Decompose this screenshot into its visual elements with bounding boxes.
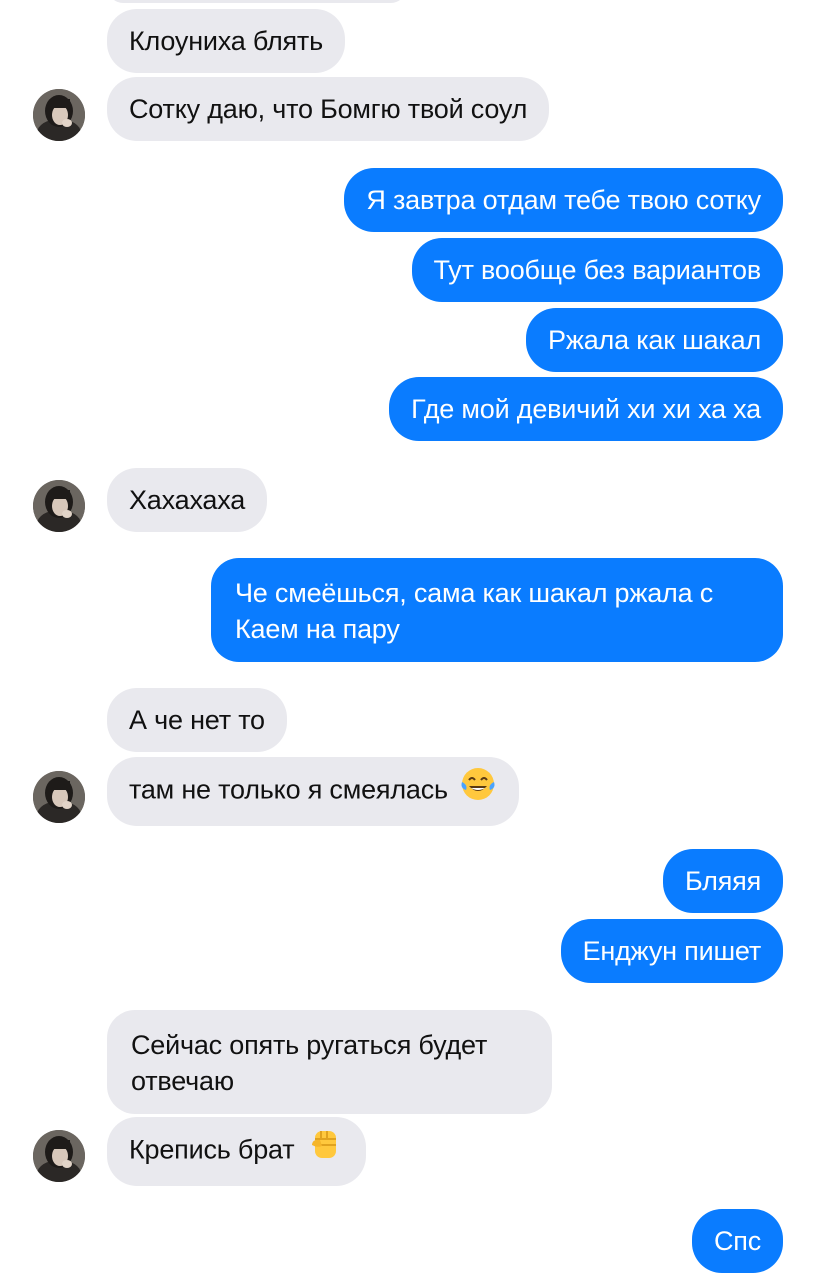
- message-outgoing[interactable]: Я завтра отдам тебе твою сотку: [344, 168, 783, 232]
- message-text: Бляяя: [684, 866, 761, 896]
- avatar-image: [33, 771, 85, 823]
- message-text: Ржала как шакал: [548, 325, 761, 355]
- raised-fist-emoji: [306, 1125, 344, 1172]
- message-text: Спс: [713, 1226, 761, 1256]
- message-text: там не только я смеялась: [129, 774, 448, 805]
- message-outgoing[interactable]: Тут вообще без вариантов: [411, 238, 783, 302]
- avatar-image: [33, 89, 85, 141]
- message-text: Тут вообще без вариантов: [433, 255, 762, 285]
- message-incoming[interactable]: Клоуниха блять: [107, 9, 345, 73]
- message-incoming[interactable]: А че нет то: [107, 688, 287, 752]
- message-incoming[interactable]: Сейчас опять ругаться будет отвечаю: [107, 1010, 552, 1114]
- message-outgoing[interactable]: Спс: [691, 1209, 783, 1273]
- message-text: А че нет то: [129, 705, 265, 735]
- tears-of-joy-emoji: [459, 765, 497, 812]
- message-text: Крепись брат: [129, 1134, 295, 1165]
- contact-avatar[interactable]: [33, 771, 85, 823]
- message-incoming[interactable]: Крепись брат: [107, 1117, 366, 1186]
- message-text: Че смеёшься, сама как шакал ржала с Каем…: [235, 578, 714, 644]
- message-text: Сейчас опять ругаться будет отвечаю: [131, 1030, 488, 1096]
- message-incoming[interactable]: Сотку даю, что Бомгю твой соул: [107, 77, 550, 141]
- message-text: Хахахаха: [129, 485, 246, 515]
- avatar-image: [33, 1130, 85, 1182]
- contact-avatar[interactable]: [33, 89, 85, 141]
- message-outgoing[interactable]: Где мой девичий хи хи ха ха: [389, 377, 783, 441]
- message-outgoing[interactable]: Че смеёшься, сама как шакал ржала с Каем…: [211, 558, 783, 662]
- contact-avatar[interactable]: [33, 480, 85, 532]
- message-text: Сотку даю, что Бомгю твой соул: [129, 94, 528, 124]
- message-outgoing[interactable]: Бляяя: [662, 849, 783, 913]
- message-incoming[interactable]: там не только я смеялась: [107, 757, 520, 826]
- partial-bubble-top: [107, 0, 407, 3]
- message-text: Клоуниха блять: [129, 26, 323, 56]
- message-incoming[interactable]: Хахахаха: [107, 468, 268, 532]
- message-text: Где мой девичий хи хи ха ха: [411, 394, 761, 424]
- message-text: Енджун пишет: [582, 936, 762, 966]
- message-outgoing[interactable]: Ржала как шакал: [526, 308, 783, 372]
- message-text: Я завтра отдам тебе твою сотку: [366, 185, 761, 215]
- message-outgoing[interactable]: Енджун пишет: [560, 919, 783, 983]
- avatar-image: [33, 480, 85, 532]
- contact-avatar[interactable]: [33, 1130, 85, 1182]
